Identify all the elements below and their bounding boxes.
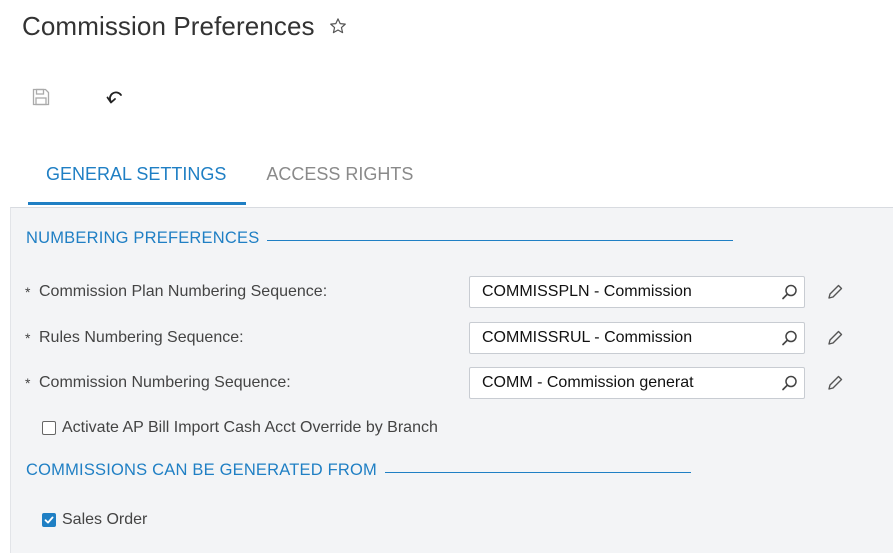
checkbox-label[interactable]: Sales Order [62,511,147,529]
generated-from-header: COMMISSIONS CAN BE GENERATED FROM [26,461,691,480]
field-label: Commission Plan Numbering Sequence: [39,283,328,300]
save-icon [32,88,50,106]
numbering-preferences-header: NUMBERING PREFERENCES [26,229,734,248]
checkbox-label[interactable]: Activate AP Bill Import Cash Acct Overri… [62,419,438,437]
commission-numbering-selector[interactable]: COMM - Commission generat [469,367,805,399]
pencil-icon [828,284,843,299]
save-button[interactable] [28,84,54,110]
general-settings-panel: NUMBERING PREFERENCES * Commission Plan … [10,207,893,553]
commission-plan-numbering-selector[interactable]: COMMISSPLN - Commission [469,276,805,308]
section-title: COMMISSIONS CAN BE GENERATED FROM [26,461,377,479]
rules-numbering-selector[interactable]: COMMISSRUL - Commission [469,322,805,354]
selector-value[interactable]: COMMISSRUL - Commission [470,329,776,347]
field-commission-numbering: * Commission Numbering Sequence: [25,366,291,400]
ap-bill-override-checkbox[interactable] [42,421,56,435]
search-icon[interactable] [776,374,804,392]
selector-value[interactable]: COMM - Commission generat [470,374,776,392]
star-outline-icon[interactable] [329,17,347,35]
required-marker: * [25,284,31,300]
field-label: Commission Numbering Sequence: [39,374,291,391]
pencil-icon [828,330,843,345]
selector-value[interactable]: COMMISSPLN - Commission [470,283,776,301]
section-title: NUMBERING PREFERENCES [26,229,260,247]
section-divider [385,472,691,473]
tab-access-rights[interactable]: ACCESS RIGHTS [246,160,433,203]
search-icon[interactable] [776,283,804,301]
section-divider [267,240,734,241]
required-marker: * [25,330,31,346]
page-title: Commission Preferences [22,10,315,41]
required-marker: * [25,375,31,391]
edit-commission-numbering-button[interactable] [823,367,847,399]
pencil-icon [828,375,843,390]
page-header: Commission Preferences [22,6,347,46]
tab-general-settings[interactable]: GENERAL SETTINGS [28,160,247,205]
tab-bar: GENERAL SETTINGS ACCESS RIGHTS [28,160,433,205]
ap-bill-override-option[interactable]: Activate AP Bill Import Cash Acct Overri… [42,419,438,437]
search-icon[interactable] [776,329,804,347]
undo-button[interactable] [102,84,128,110]
checkmark-icon [44,516,54,524]
field-rules-numbering: * Rules Numbering Sequence: [25,321,244,355]
edit-rules-numbering-button[interactable] [823,322,847,354]
sales-order-option[interactable]: Sales Order [42,511,147,529]
toolbar [28,84,176,110]
edit-commission-plan-numbering-button[interactable] [823,276,847,308]
field-commission-plan-numbering: * Commission Plan Numbering Sequence: [25,275,327,309]
field-label: Rules Numbering Sequence: [39,329,244,346]
undo-icon [106,91,122,104]
sales-order-checkbox[interactable] [42,513,56,527]
